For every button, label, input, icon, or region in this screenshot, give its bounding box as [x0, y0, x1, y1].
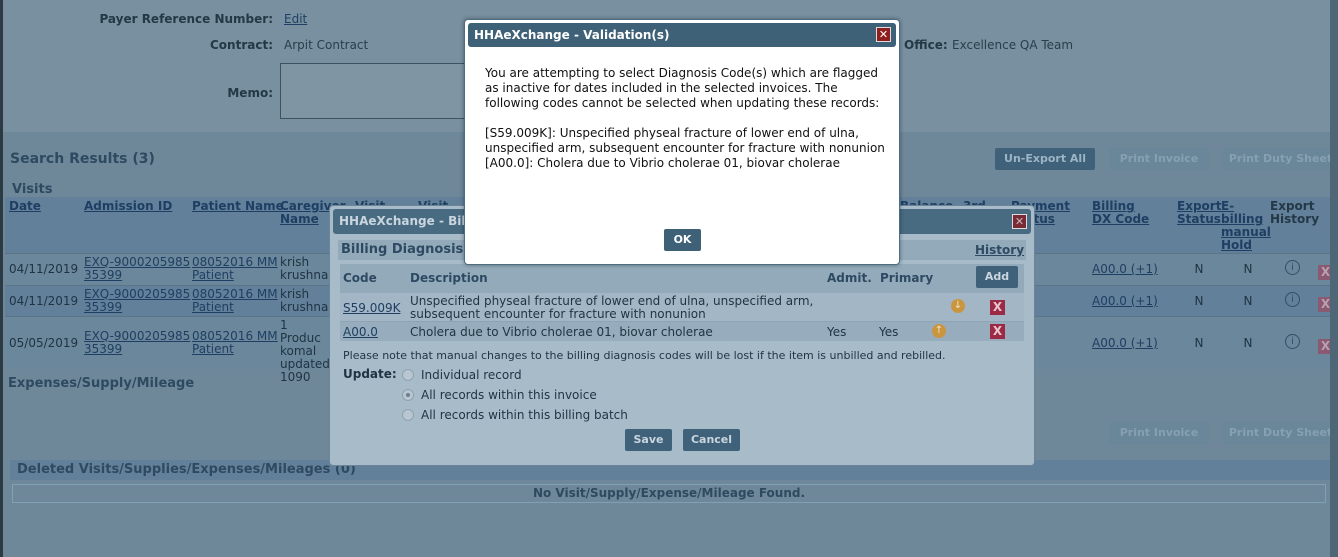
- export-status: N: [1194, 293, 1204, 308]
- arrow-down-circle-icon[interactable]: ↓: [951, 299, 965, 313]
- memo-label: Memo:: [227, 86, 273, 100]
- history-link[interactable]: History: [975, 243, 1024, 257]
- visits-title: Visits: [12, 182, 53, 197]
- payer-ref-edit-link[interactable]: Edit: [284, 12, 307, 26]
- payer-ref-label: Payer Reference Number:: [99, 12, 273, 26]
- dx-code-link[interactable]: A00.0: [343, 325, 378, 339]
- validation-modal-titlebar: HHAeXchange - Validation(s): [468, 23, 896, 47]
- validation-intro: You are attempting to select Diagnosis C…: [485, 66, 880, 110]
- deleted-title: Deleted Visits/Supplies/Expenses/Mileage…: [17, 462, 356, 477]
- dx-admit: Yes: [827, 325, 847, 339]
- patient-name-link[interactable]: 08052016 MM Patient: [192, 329, 278, 356]
- update-label: Update:: [343, 367, 397, 381]
- billing-diagnosis-section: Billing Diagnosis: [341, 242, 464, 257]
- dx-description: Cholera due to Vibrio cholerae 01, biova…: [410, 325, 713, 339]
- memo-textarea[interactable]: [280, 63, 470, 119]
- info-icon[interactable]: i: [1285, 260, 1300, 275]
- ebilling-hold: N: [1243, 335, 1253, 350]
- export-status: N: [1194, 262, 1204, 276]
- un-export-all-button[interactable]: Un-Export All: [995, 148, 1095, 170]
- billing-dx-link[interactable]: A00.0 (+1): [1092, 294, 1158, 308]
- dx-description: Unspecified physeal fracture of lower en…: [410, 294, 814, 321]
- print-duty-sheet-button-2[interactable]: Print Duty Sheet: [1223, 422, 1338, 444]
- admission-id-link[interactable]: EXQ-900020598535399: [84, 329, 192, 356]
- caregiver-name: krish krushna: [280, 288, 329, 314]
- col-export-history: Export History: [1270, 199, 1320, 226]
- billing-dx-link[interactable]: A00.0 (+1): [1092, 263, 1158, 276]
- col-date[interactable]: Date: [9, 200, 41, 213]
- radio-label: Individual record: [421, 368, 522, 382]
- radio-label: All records within this billing batch: [421, 408, 628, 422]
- ebilling-hold: N: [1243, 293, 1253, 308]
- add-diagnosis-button[interactable]: Add: [976, 266, 1018, 288]
- patient-name-link[interactable]: 08052016 MM Patient: [192, 287, 278, 314]
- deleted-empty-message: No Visit/Supply/Expense/Mileage Found.: [12, 484, 1326, 503]
- radio-all-records-invoice[interactable]: [402, 389, 414, 401]
- radio-label: All records within this invoice: [421, 388, 597, 402]
- cancel-button[interactable]: Cancel: [683, 429, 740, 451]
- visit-date: 05/05/2019: [9, 335, 79, 350]
- validation-modal-title: HHAeXchange - Validation(s): [474, 28, 670, 42]
- patient-name-link[interactable]: 08052016 MM Patient: [192, 256, 278, 282]
- visit-date: 04/11/2019: [9, 262, 79, 276]
- dx-code-link[interactable]: S59.009K: [343, 301, 400, 315]
- col-admission-id[interactable]: Admission ID: [84, 200, 172, 213]
- validation-message: You are attempting to select Diagnosis C…: [485, 66, 885, 171]
- contract-label: Contract:: [210, 38, 273, 52]
- caregiver-name: 1 Produc komal updated 1090: [280, 319, 330, 384]
- dx-col-primary: Primary: [880, 271, 934, 285]
- info-icon[interactable]: i: [1285, 333, 1300, 349]
- ebilling-hold: N: [1243, 262, 1253, 276]
- expenses-title: Expenses/Supply/Mileage: [8, 376, 195, 391]
- radio-all-records-batch[interactable]: [402, 409, 414, 421]
- office-label: Office:: [904, 38, 948, 52]
- validation-code-1: [S59.009K]: Unspecified physeal fracture…: [485, 126, 885, 155]
- office-value: Excellence QA Team: [952, 38, 1074, 52]
- col-export-status[interactable]: Export Status: [1177, 200, 1221, 226]
- validation-code-2: [A00.0]: Cholera due to Vibrio cholerae …: [485, 156, 840, 170]
- billing-dx-link[interactable]: A00.0 (+1): [1092, 336, 1158, 350]
- search-results-title: Search Results (3): [10, 151, 155, 167]
- dx-col-code: Code: [343, 271, 377, 285]
- info-icon[interactable]: i: [1285, 291, 1300, 307]
- visit-date: 04/11/2019: [9, 293, 79, 308]
- save-button[interactable]: Save: [625, 429, 672, 451]
- print-invoice-button-2[interactable]: Print Invoice: [1109, 422, 1209, 444]
- delete-x-icon[interactable]: X: [990, 324, 1005, 339]
- dx-col-description: Description: [410, 271, 488, 285]
- col-patient-name[interactable]: Patient Name: [192, 200, 284, 213]
- dx-col-admit: Admit.: [827, 271, 872, 285]
- admission-id-link[interactable]: EXQ-900020598535399: [84, 256, 192, 282]
- arrow-up-circle-icon[interactable]: ↑: [932, 324, 946, 338]
- admission-id-link[interactable]: EXQ-900020598535399: [84, 287, 192, 314]
- close-icon[interactable]: ✕: [1012, 214, 1027, 229]
- right-edge: [1330, 0, 1338, 557]
- validation-modal: HHAeXchange - Validation(s) ✕ You are at…: [464, 19, 900, 265]
- radio-individual-record[interactable]: [402, 369, 414, 381]
- delete-x-icon[interactable]: X: [990, 300, 1005, 315]
- close-icon[interactable]: ✕: [876, 27, 891, 42]
- print-duty-sheet-button[interactable]: Print Duty Sheet: [1223, 148, 1338, 170]
- print-invoice-button[interactable]: Print Invoice: [1109, 148, 1209, 170]
- dx-primary: Yes: [879, 325, 899, 339]
- export-status: N: [1194, 335, 1204, 350]
- col-billing-dx-code[interactable]: Billing DX Code: [1092, 200, 1152, 226]
- col-ebilling-hold[interactable]: E-billing manual Hold: [1221, 200, 1271, 252]
- contract-value: Arpit Contract: [284, 38, 369, 52]
- billing-note: Please note that manual changes to the b…: [343, 349, 946, 362]
- ok-button[interactable]: OK: [664, 229, 701, 251]
- caregiver-name: krish krushna: [280, 256, 329, 282]
